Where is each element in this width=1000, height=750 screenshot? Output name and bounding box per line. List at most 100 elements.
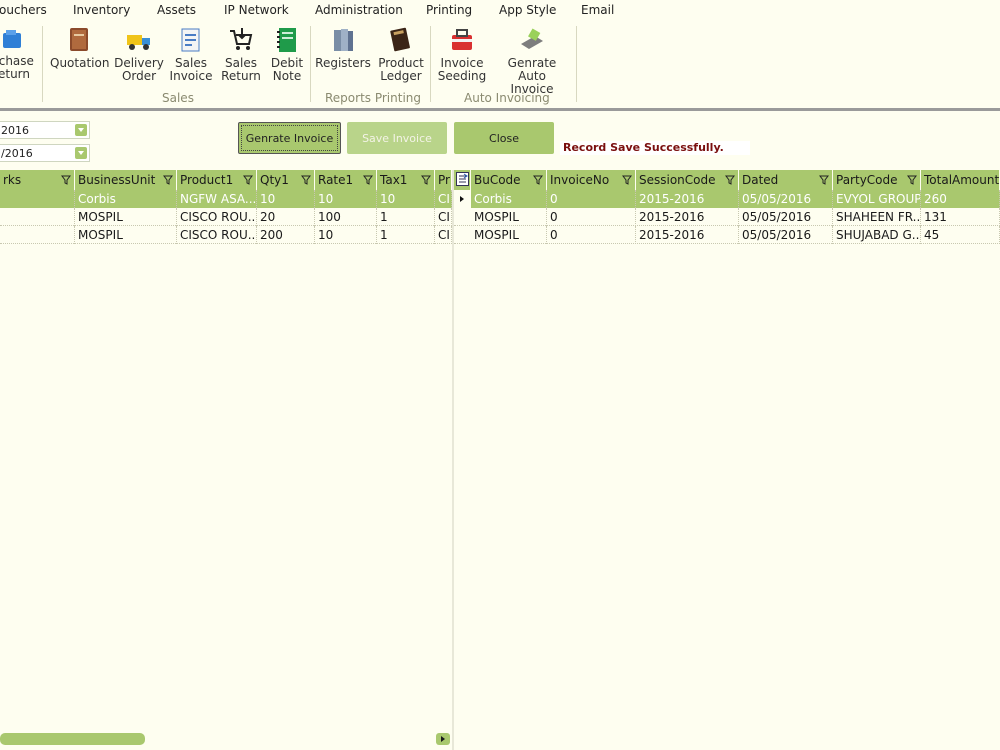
column-header-label: SessionCode xyxy=(639,173,716,187)
chevron-down-icon[interactable] xyxy=(75,124,87,136)
debit-note-label: Debit Note xyxy=(270,56,304,83)
menu-vouchers[interactable]: ouchers xyxy=(0,3,47,17)
table-cell: MOSPIL xyxy=(471,208,547,226)
filter-icon[interactable] xyxy=(163,175,173,185)
column-header[interactable]: PartyCode xyxy=(833,170,921,190)
purchase-return-label: rchase eturn xyxy=(0,54,34,81)
menu-administration[interactable]: Administration xyxy=(315,3,403,17)
table-cell: 05/05/2016 xyxy=(739,226,833,244)
close-button[interactable]: Close xyxy=(454,122,554,154)
truck-icon xyxy=(127,35,150,50)
filter-icon[interactable] xyxy=(421,175,431,185)
table-cell: 1 xyxy=(377,208,435,226)
group-label-auto-invoicing: Auto Invoicing xyxy=(464,91,550,105)
generate-invoice-button[interactable]: Genrate Invoice xyxy=(238,122,341,154)
current-row-indicator[interactable] xyxy=(454,190,471,208)
ribbon-separator xyxy=(430,26,431,102)
registers-label: Registers xyxy=(315,56,371,70)
table-row[interactable]: Corbis 0 2015-2016 05/05/2016 EVYOL GROU… xyxy=(454,190,1000,208)
menu-printing[interactable]: Printing xyxy=(426,3,472,17)
column-header[interactable]: Qty1 xyxy=(257,170,315,190)
row-header[interactable] xyxy=(454,226,471,244)
column-header[interactable]: SessionCode xyxy=(636,170,739,190)
table-cell: CISCO ROU... xyxy=(177,226,257,244)
save-invoice-button[interactable]: Save Invoice xyxy=(347,122,447,154)
scroll-right-icon[interactable] xyxy=(436,733,450,745)
column-header-label: rks xyxy=(3,173,22,187)
filter-icon[interactable] xyxy=(907,175,917,185)
purchase-return-button[interactable]: rchase eturn xyxy=(0,26,36,81)
table-row[interactable]: MOSPIL CISCO ROU... 200 10 1 CI xyxy=(0,226,452,244)
table-cell: SHAHEEN FR... xyxy=(833,208,921,226)
column-header[interactable]: Tax1 xyxy=(377,170,435,190)
table-cell: SHUJABAD G... xyxy=(833,226,921,244)
column-chooser[interactable] xyxy=(454,170,471,190)
horizontal-scrollbar[interactable] xyxy=(0,733,452,745)
column-header[interactable]: Dated xyxy=(739,170,833,190)
column-header[interactable]: Rate1 xyxy=(315,170,377,190)
date-from-picker[interactable]: 2016 xyxy=(0,121,90,139)
menu-inventory[interactable]: Inventory xyxy=(73,3,130,17)
chevron-down-icon[interactable] xyxy=(75,147,87,159)
book-icon xyxy=(70,28,88,51)
invoice-seeding-button[interactable]: Invoice Seeding xyxy=(436,26,488,83)
delivery-order-button[interactable]: Delivery Order xyxy=(114,26,164,83)
table-cell: CI xyxy=(435,190,452,208)
filter-icon[interactable] xyxy=(243,175,253,185)
table-row[interactable]: MOSPIL 0 2015-2016 05/05/2016 SHUJABAD G… xyxy=(454,226,1000,244)
ribbon: rchase eturn Quotation Delivery Order Sa… xyxy=(0,22,1000,108)
date-from-value: 2016 xyxy=(1,124,29,137)
table-row[interactable]: MOSPIL 0 2015-2016 05/05/2016 SHAHEEN FR… xyxy=(454,208,1000,226)
table-cell xyxy=(0,226,75,244)
date-to-picker[interactable]: /2016 xyxy=(0,144,90,162)
table-cell: 10 xyxy=(377,190,435,208)
column-chooser-icon xyxy=(456,172,469,186)
table-row[interactable]: MOSPIL CISCO ROU... 20 100 1 CI xyxy=(0,208,452,226)
filter-icon[interactable] xyxy=(533,175,543,185)
column-header[interactable]: rks xyxy=(0,170,75,190)
table-cell: Corbis xyxy=(471,190,547,208)
invoice-icon xyxy=(181,28,200,52)
column-header[interactable]: BusinessUnit xyxy=(75,170,177,190)
filter-icon[interactable] xyxy=(725,175,735,185)
table-row[interactable]: Corbis NGFW ASA... 10 10 10 CI xyxy=(0,190,452,208)
row-header[interactable] xyxy=(454,208,471,226)
debit-note-button[interactable]: Debit Note xyxy=(266,26,308,83)
grid-header: rks BusinessUnit Product1 Qty1 Rate1 Tax… xyxy=(0,170,452,190)
menu-app-style[interactable]: App Style xyxy=(499,3,556,17)
column-header-label: PartyCode xyxy=(836,173,898,187)
purchase-return-icon xyxy=(3,30,21,48)
scrollbar-thumb[interactable] xyxy=(0,733,145,745)
menu-email[interactable]: Email xyxy=(581,3,614,17)
column-header-label: Qty1 xyxy=(260,173,289,187)
column-header[interactable]: BuCode xyxy=(471,170,547,190)
column-header-label: Pr xyxy=(438,173,450,187)
filter-icon[interactable] xyxy=(363,175,373,185)
menu-bar: ouchers Inventory Assets IP Network Admi… xyxy=(0,0,1000,22)
product-ledger-button[interactable]: Product Ledger xyxy=(376,26,426,83)
sales-return-button[interactable]: Sales Return xyxy=(218,26,264,83)
table-cell: 05/05/2016 xyxy=(739,190,833,208)
line-items-grid: rks BusinessUnit Product1 Qty1 Rate1 Tax… xyxy=(0,170,452,750)
filter-icon[interactable] xyxy=(61,175,71,185)
column-header[interactable]: Pr xyxy=(435,170,452,190)
table-cell: 10 xyxy=(315,190,377,208)
column-header[interactable]: Product1 xyxy=(177,170,257,190)
filter-icon[interactable] xyxy=(301,175,311,185)
registers-button[interactable]: Registers xyxy=(315,26,371,70)
filter-icon[interactable] xyxy=(622,175,632,185)
table-cell: NGFW ASA... xyxy=(177,190,257,208)
table-cell: 100 xyxy=(315,208,377,226)
column-header[interactable]: TotalAmount xyxy=(921,170,1000,190)
menu-ip-network[interactable]: IP Network xyxy=(224,3,289,17)
table-cell: Corbis xyxy=(75,190,177,208)
column-header[interactable]: InvoiceNo xyxy=(547,170,636,190)
table-cell: MOSPIL xyxy=(75,226,177,244)
sales-invoice-button[interactable]: Sales Invoice xyxy=(168,26,214,83)
invoice-seeding-label: Invoice Seeding xyxy=(437,56,487,83)
filter-icon[interactable] xyxy=(819,175,829,185)
cart-return-icon xyxy=(230,28,253,50)
menu-assets[interactable]: Assets xyxy=(157,3,196,17)
generate-auto-invoice-button[interactable]: Genrate Auto Invoice xyxy=(492,26,572,96)
quotation-button[interactable]: Quotation xyxy=(50,26,109,70)
